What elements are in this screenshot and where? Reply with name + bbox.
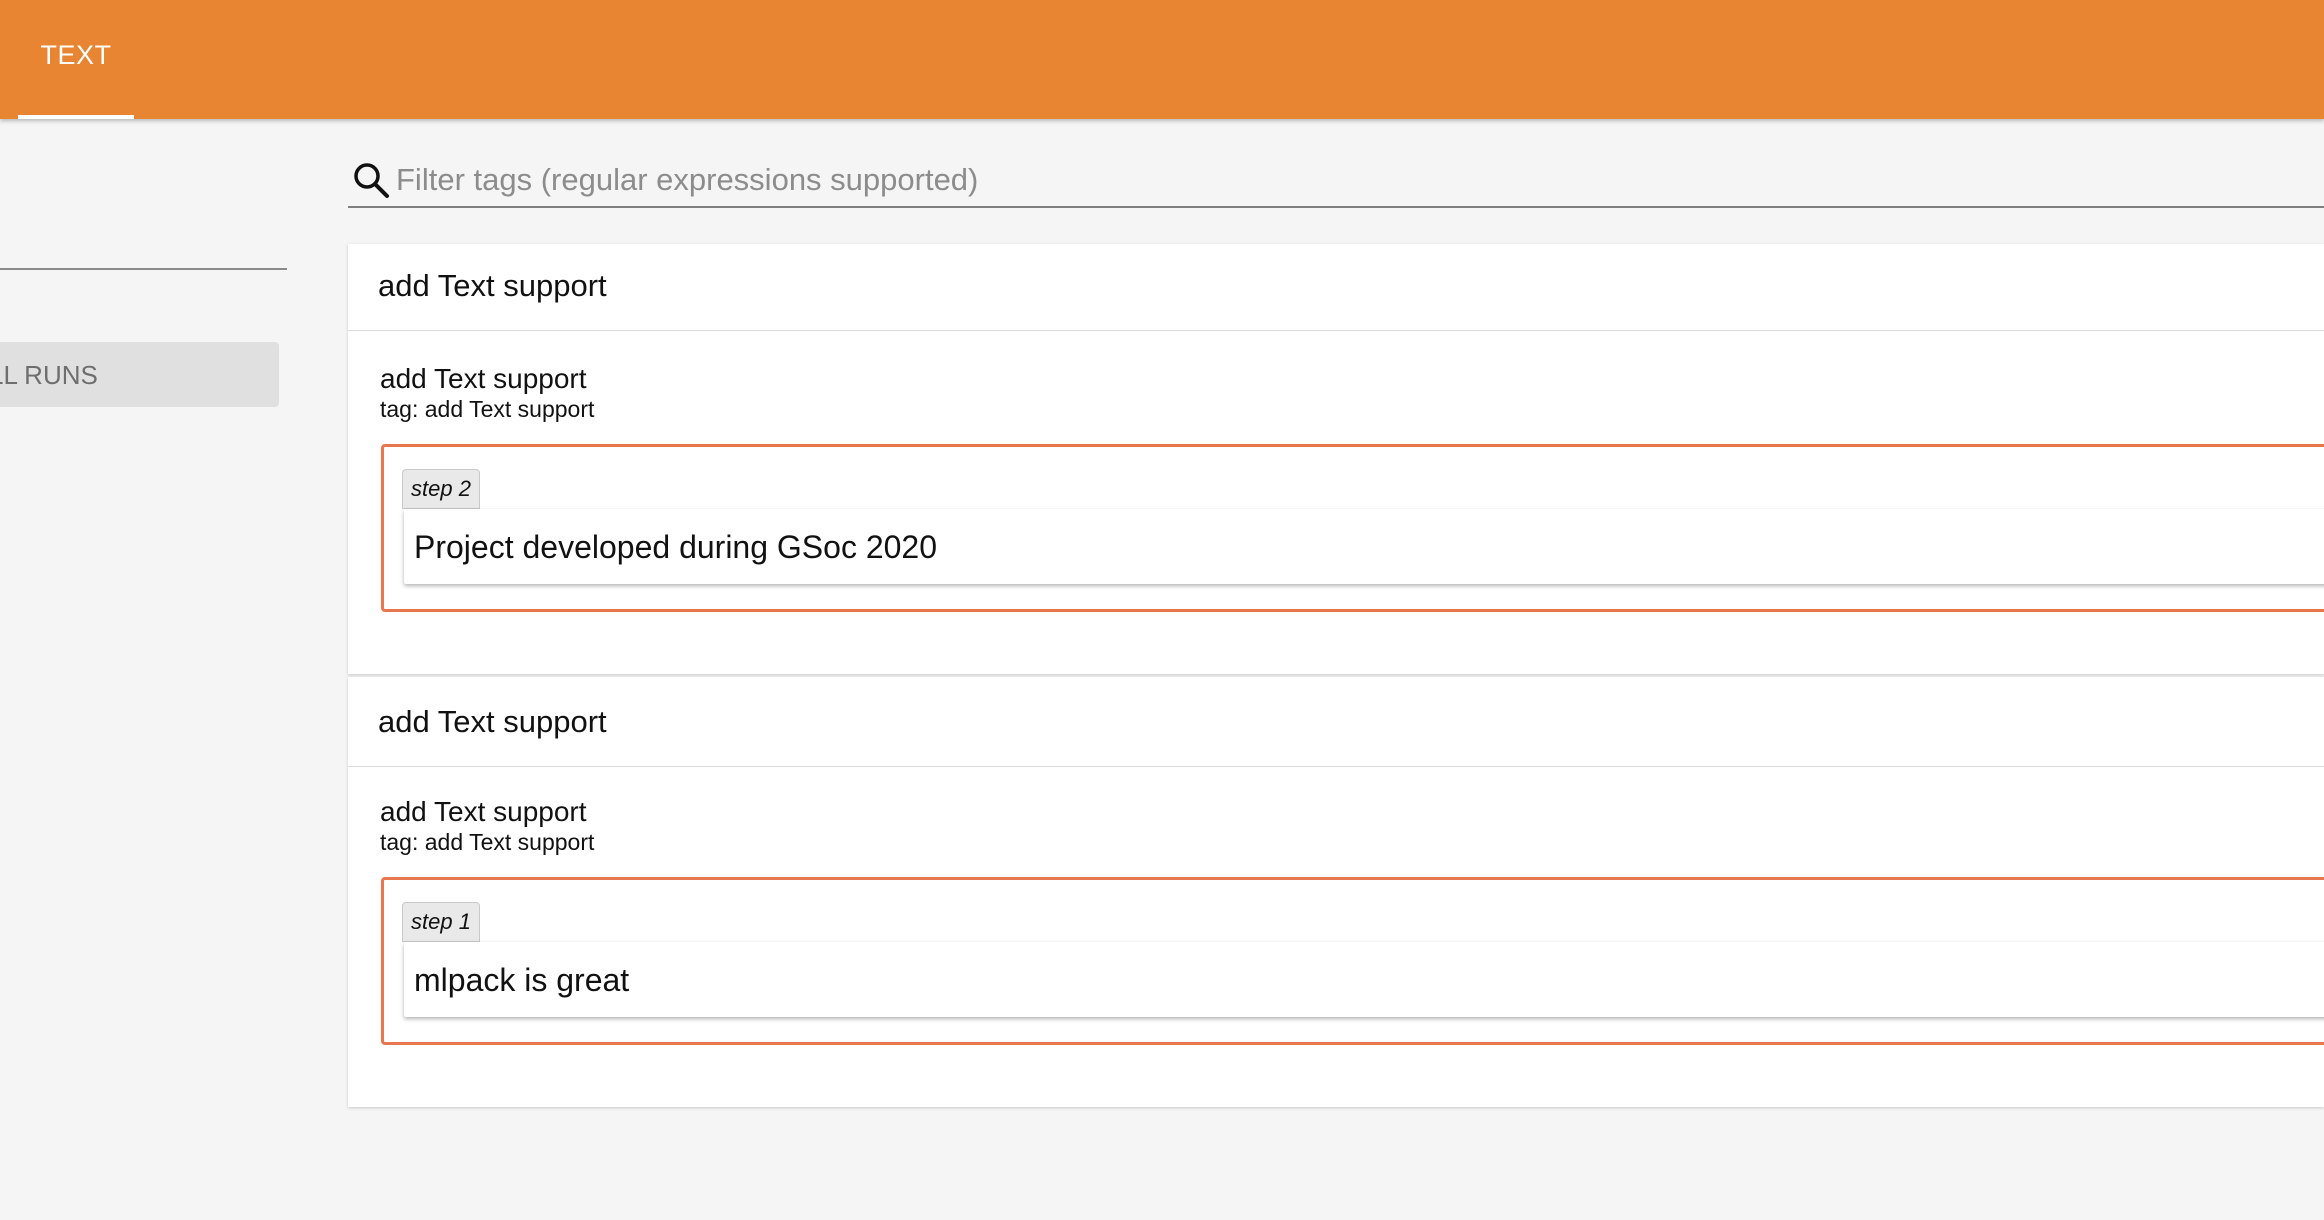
category-title: add Text support bbox=[378, 704, 607, 739]
tag-category-panel: add Text support add Text support tag: a… bbox=[348, 677, 2324, 1107]
card-tag: tag: add Text support bbox=[380, 396, 595, 422]
text-summary-content: mlpack is great bbox=[414, 962, 630, 998]
step-badge: step 2 bbox=[402, 469, 480, 509]
toggle-all-runs-button[interactable]: LL RUNS bbox=[0, 342, 279, 407]
text-summary-card: Project developed during GSoc 2020 bbox=[404, 509, 2324, 584]
text-summary-card: mlpack is great bbox=[404, 942, 2324, 1017]
toggle-all-runs-label: LL RUNS bbox=[0, 360, 98, 390]
card-tag: tag: add Text support bbox=[380, 829, 595, 855]
run-text-box: step 2 Project developed during GSoc 202… bbox=[381, 444, 2324, 612]
tag-category-panel: add Text support add Text support tag: a… bbox=[348, 244, 2324, 674]
tab-text-label: TEXT bbox=[40, 40, 112, 70]
tab-text[interactable]: TEXT bbox=[18, 0, 134, 119]
tag-filter-field bbox=[348, 156, 2324, 208]
category-title: add Text support bbox=[378, 268, 607, 303]
search-icon bbox=[354, 163, 389, 198]
top-app-bar: TEXT bbox=[0, 0, 2324, 119]
card-title: add Text support bbox=[380, 796, 587, 827]
step-badge: step 1 bbox=[402, 902, 480, 942]
category-header[interactable]: add Text support bbox=[348, 677, 2324, 767]
category-header[interactable]: add Text support bbox=[348, 244, 2324, 331]
runs-filter-input[interactable]: s bbox=[0, 218, 287, 270]
text-summary-content: Project developed during GSoc 2020 bbox=[414, 529, 938, 565]
card-title: add Text support bbox=[380, 363, 587, 394]
run-text-box: step 1 mlpack is great bbox=[381, 877, 2324, 1045]
tag-filter-input[interactable] bbox=[396, 160, 2296, 200]
active-tab-indicator bbox=[18, 115, 134, 119]
